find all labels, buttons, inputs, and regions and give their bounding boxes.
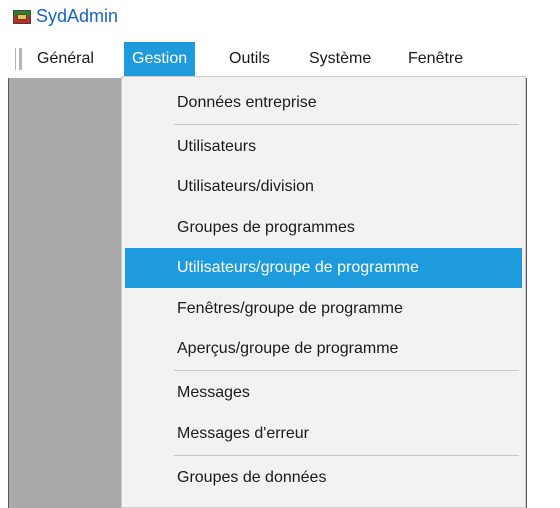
app-icon bbox=[13, 10, 31, 24]
menu-separator bbox=[174, 124, 519, 125]
menu-fenetre[interactable]: Fenêtre bbox=[400, 42, 471, 76]
menu-item-utilisateurs[interactable]: Utilisateurs bbox=[125, 127, 522, 167]
menubar-grip-icon bbox=[15, 48, 19, 70]
menu-separator bbox=[174, 370, 519, 371]
app-title: SydAdmin bbox=[36, 6, 119, 26]
menu-item-apercus-groupe-programme[interactable]: Aperçus/groupe de programme bbox=[125, 329, 522, 369]
menu-item-messages-erreur[interactable]: Messages d'erreur bbox=[125, 414, 522, 454]
menu-item-messages[interactable]: Messages bbox=[125, 373, 522, 413]
menu-item-groupes-donnees[interactable]: Groupes de données bbox=[125, 458, 522, 498]
menu-item-utilisateurs-division[interactable]: Utilisateurs/division bbox=[125, 167, 522, 207]
menu-item-donnees-entreprise[interactable]: Données entreprise bbox=[125, 83, 522, 123]
gestion-dropdown-menu: Données entreprise Utilisateurs Utilisat… bbox=[121, 76, 526, 508]
title-bar: SydAdmin bbox=[0, 0, 560, 36]
menu-systeme[interactable]: Système bbox=[301, 42, 379, 76]
menu-item-fenetres-groupe-programme[interactable]: Fenêtres/groupe de programme bbox=[125, 289, 522, 329]
menu-general[interactable]: Général bbox=[29, 42, 102, 76]
menu-gestion[interactable]: Gestion bbox=[124, 42, 196, 76]
menu-outils[interactable]: Outils bbox=[221, 42, 278, 76]
menu-separator bbox=[174, 455, 519, 456]
menu-item-groupes-programmes[interactable]: Groupes de programmes bbox=[125, 208, 522, 248]
menu-item-utilisateurs-groupe-programme[interactable]: Utilisateurs/groupe de programme bbox=[125, 248, 522, 288]
